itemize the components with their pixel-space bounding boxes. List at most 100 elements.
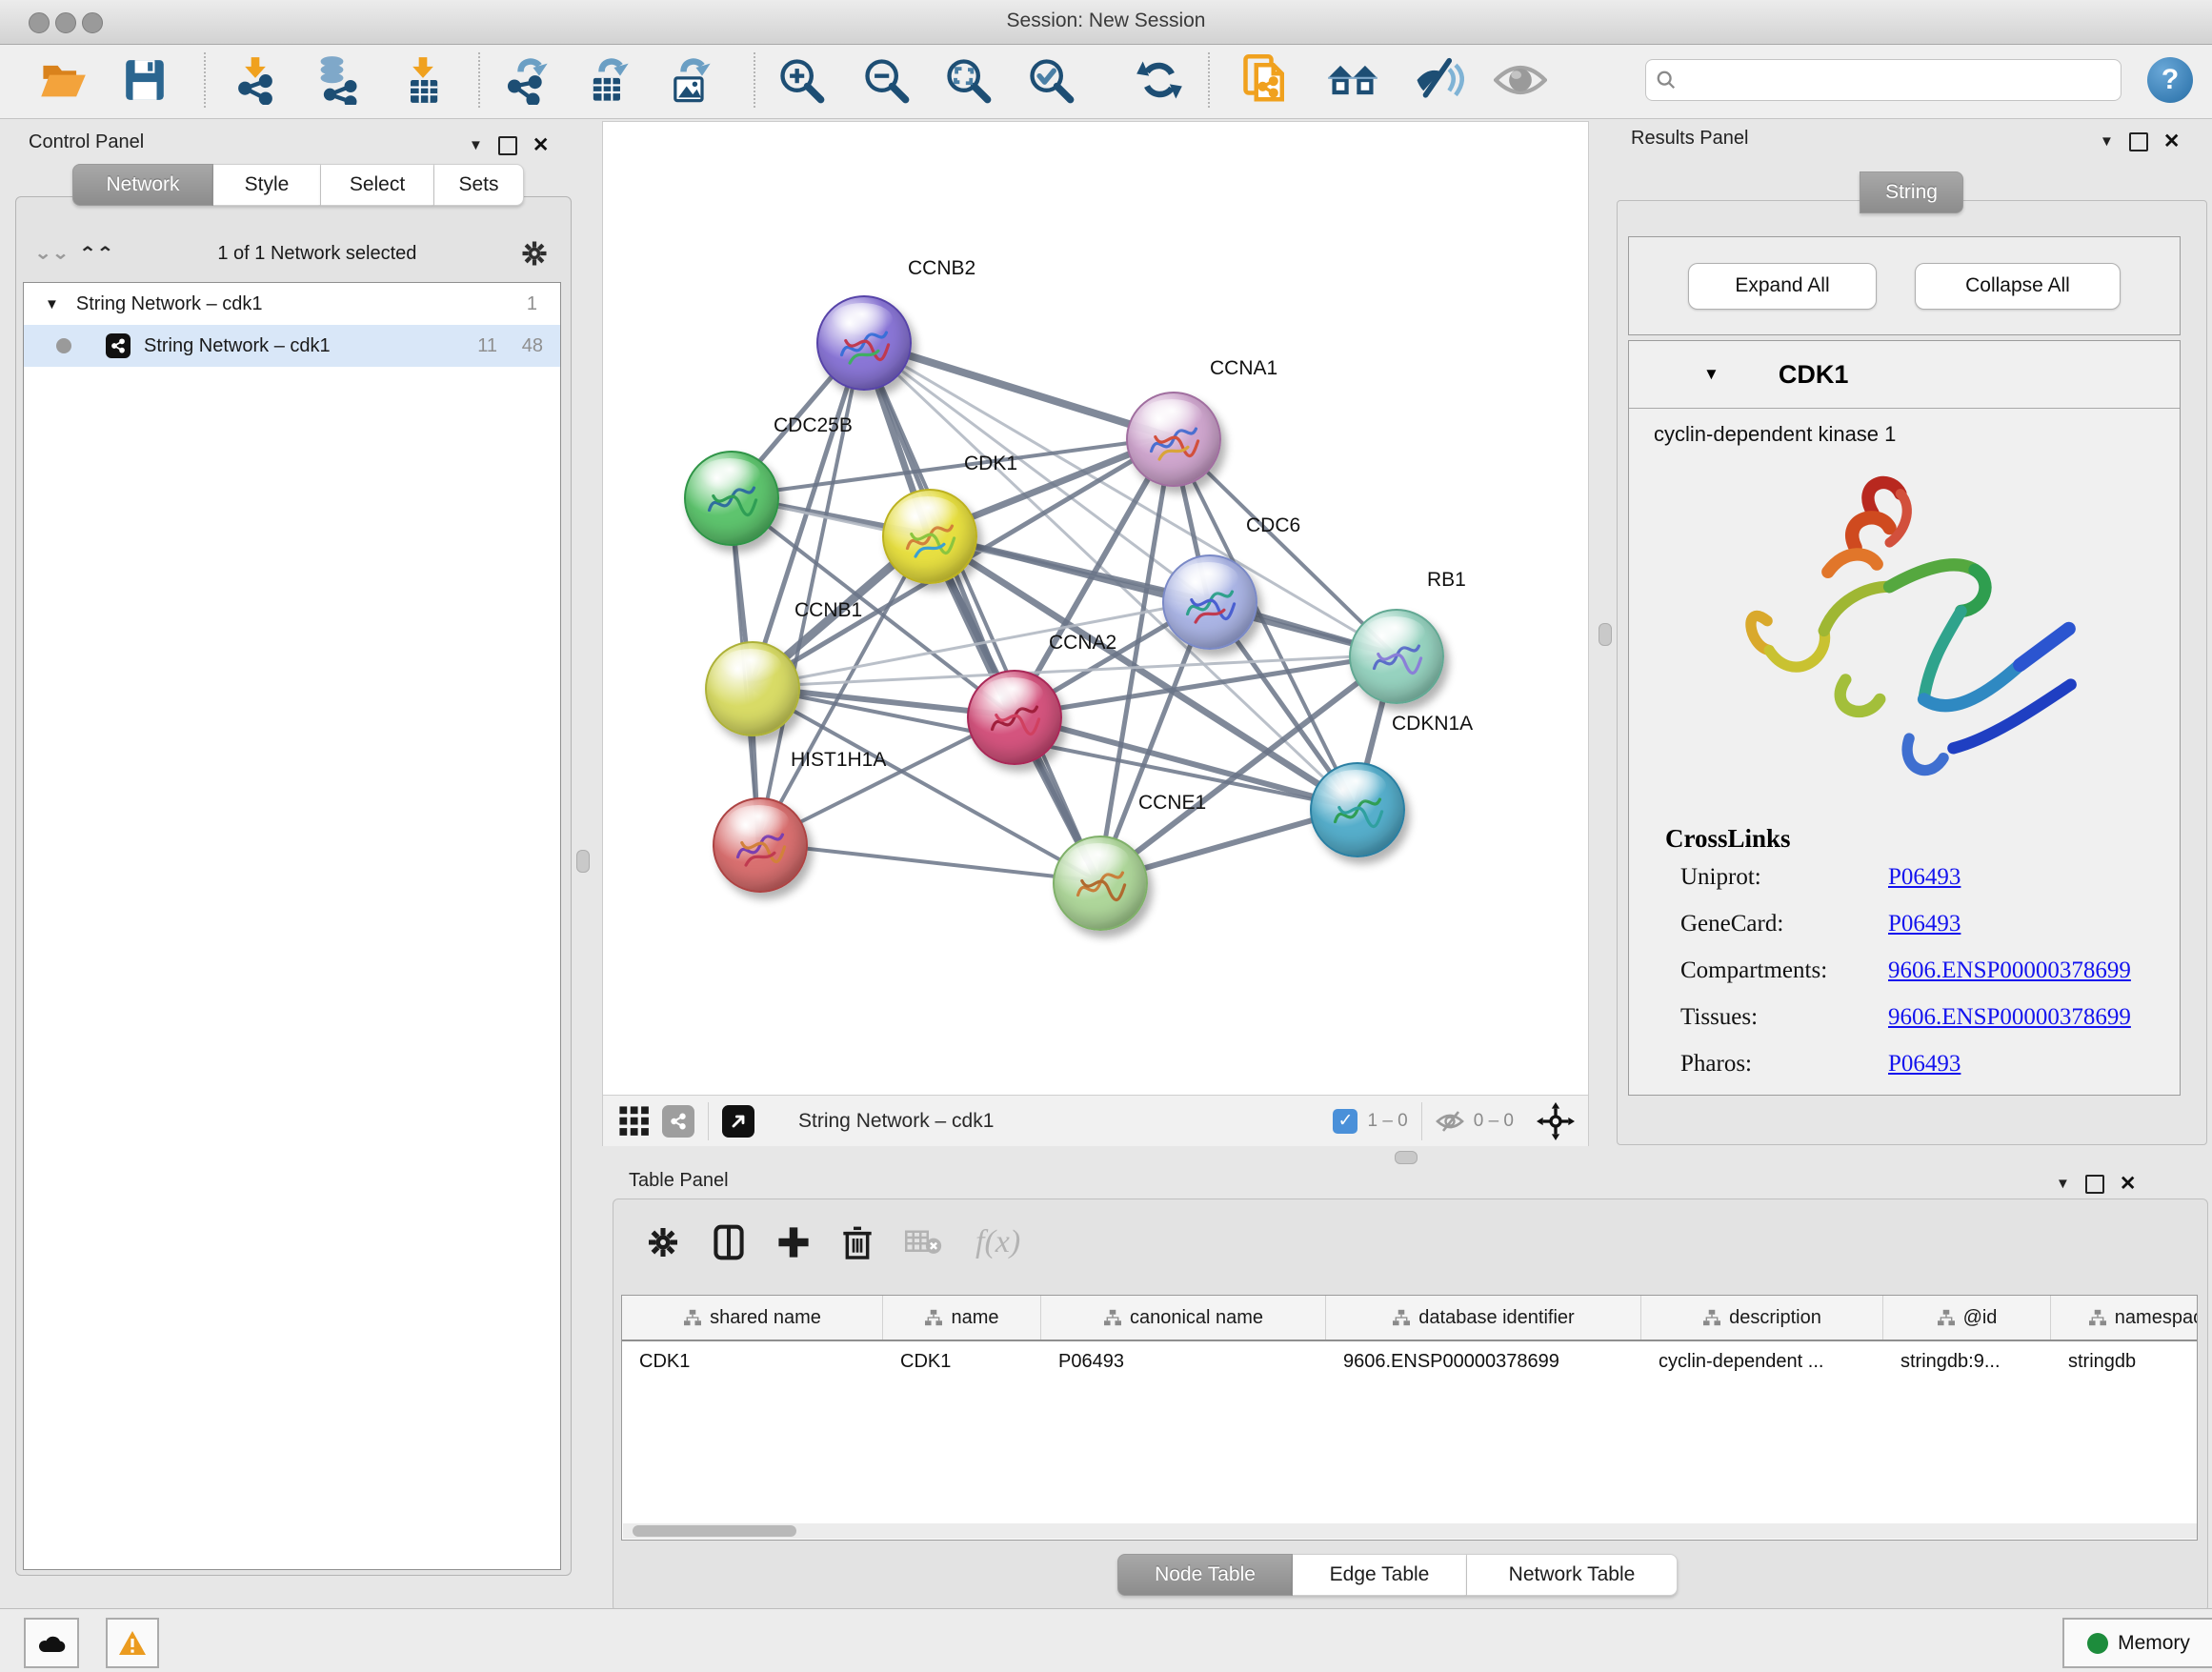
network-node-ccna1[interactable]: [1126, 392, 1221, 487]
gene-section-header[interactable]: ▼ CDK1: [1629, 341, 2180, 409]
network-canvas[interactable]: CCNB2CCNA1CDC25BCDK1CDC6RB1CCNB1CCNA2CDK…: [603, 122, 1588, 1095]
network-node-ccna2[interactable]: [967, 670, 1062, 765]
expand-all-networks-icon[interactable]: ⌃⌃: [79, 245, 114, 262]
collapse-panel-icon[interactable]: ▼: [2056, 1176, 2070, 1192]
network-node-hist1h1a[interactable]: [713, 797, 808, 893]
network-edge[interactable]: [758, 843, 1098, 881]
crosslink-link[interactable]: 9606.ENSP00000378699: [1888, 1004, 2131, 1031]
delete-column-icon[interactable]: [842, 1224, 873, 1260]
table-row[interactable]: CDK1CDK1P064939606.ENSP00000378699cyclin…: [622, 1341, 2197, 1381]
help-button[interactable]: ?: [2147, 57, 2193, 103]
hide-selected-icon[interactable]: [1412, 50, 1465, 110]
network-node-cdkn1a[interactable]: [1310, 762, 1405, 857]
close-panel-icon[interactable]: ✕: [2163, 130, 2181, 153]
network-options-gear-icon[interactable]: [520, 239, 549, 268]
crosslink-link[interactable]: 9606.ENSP00000378699: [1888, 957, 2131, 984]
expand-all-button[interactable]: Expand All: [1688, 263, 1877, 310]
zoom-in-button[interactable]: [774, 50, 828, 110]
tab-network[interactable]: Network: [72, 164, 213, 206]
open-session-button[interactable]: [36, 50, 90, 110]
tab-edge-table[interactable]: Edge Table: [1293, 1554, 1467, 1596]
section-expander-icon[interactable]: ▼: [1703, 365, 1719, 384]
network-node-count: 11: [477, 335, 497, 357]
tab-sets[interactable]: Sets: [434, 164, 524, 206]
column-header-canonical-name[interactable]: canonical name: [1041, 1296, 1326, 1340]
network-node-rb1[interactable]: [1349, 609, 1444, 704]
warnings-button[interactable]: [106, 1618, 159, 1668]
collapse-all-networks-icon[interactable]: ⌄⌄: [34, 245, 70, 262]
collection-expander-icon[interactable]: ▼: [45, 296, 59, 312]
close-panel-icon[interactable]: ✕: [533, 133, 550, 157]
crosslink-link[interactable]: P06493: [1888, 1051, 1961, 1078]
export-network-button[interactable]: [500, 50, 553, 110]
network-node-ccne1[interactable]: [1053, 836, 1148, 931]
network-row[interactable]: String Network – cdk1 11 48: [24, 325, 560, 367]
column-header-database-identifier[interactable]: database identifier: [1326, 1296, 1641, 1340]
add-column-icon[interactable]: [777, 1226, 810, 1259]
collapse-all-button[interactable]: Collapse All: [1915, 263, 2121, 310]
crosslink-link[interactable]: P06493: [1888, 864, 1961, 891]
scrollbar-thumb[interactable]: [633, 1525, 796, 1537]
tab-network-table[interactable]: Network Table: [1467, 1554, 1678, 1596]
column-header-description[interactable]: description: [1641, 1296, 1883, 1340]
table-cell[interactable]: stringdb: [2051, 1341, 2198, 1381]
network-edge[interactable]: [862, 341, 1098, 881]
table-cell[interactable]: CDK1: [622, 1341, 883, 1381]
horizontal-scrollbar[interactable]: [623, 1523, 2198, 1539]
birds-eye-view-icon[interactable]: [722, 1105, 754, 1138]
save-session-button[interactable]: [118, 50, 171, 110]
table-settings-gear-icon[interactable]: [646, 1225, 680, 1259]
share-network-document-button[interactable]: [1240, 50, 1294, 110]
close-panel-icon[interactable]: ✕: [2120, 1172, 2137, 1196]
table-cell[interactable]: cyclin-dependent ...: [1641, 1341, 1883, 1381]
selected-nodes-checkbox[interactable]: ✓: [1333, 1109, 1357, 1134]
refresh-view-button[interactable]: [1133, 50, 1186, 110]
tab-select[interactable]: Select: [321, 164, 434, 206]
float-panel-icon[interactable]: [2085, 1175, 2104, 1194]
import-network-file-button[interactable]: [229, 50, 282, 110]
zoom-fit-button[interactable]: [941, 50, 995, 110]
network-node-cdc25b[interactable]: [684, 451, 779, 546]
search-input[interactable]: [1684, 69, 2111, 91]
column-header--id[interactable]: @id: [1883, 1296, 2051, 1340]
grid-view-icon[interactable]: [618, 1105, 651, 1138]
string-home-icon[interactable]: [1326, 50, 1379, 110]
right-splitter-handle[interactable]: [1599, 623, 1612, 646]
tab-string[interactable]: String: [1860, 171, 1963, 213]
column-header-namespace[interactable]: namespace: [2051, 1296, 2198, 1340]
table-cell[interactable]: CDK1: [883, 1341, 1041, 1381]
string-view-badge-icon[interactable]: [662, 1105, 694, 1138]
network-node-cdk1[interactable]: [882, 489, 977, 584]
table-cell[interactable]: stringdb:9...: [1883, 1341, 2051, 1381]
export-image-button[interactable]: [663, 50, 716, 110]
float-panel-icon[interactable]: [2129, 132, 2148, 151]
hidden-eye-icon[interactable]: [1436, 1110, 1464, 1133]
collapse-panel-icon[interactable]: ▼: [2100, 133, 2114, 150]
table-cell[interactable]: 9606.ENSP00000378699: [1326, 1341, 1641, 1381]
column-header-shared-name[interactable]: shared name: [622, 1296, 883, 1340]
memory-button[interactable]: Memory: [2062, 1618, 2212, 1668]
zoom-out-button[interactable]: [859, 50, 913, 110]
float-panel-icon[interactable]: [498, 136, 517, 155]
table-cell[interactable]: P06493: [1041, 1341, 1326, 1381]
export-table-button[interactable]: [581, 50, 634, 110]
show-columns-icon[interactable]: [713, 1224, 745, 1260]
network-node-cdc6[interactable]: [1162, 554, 1257, 650]
bottom-splitter-handle[interactable]: [1395, 1151, 1418, 1164]
collapse-panel-icon[interactable]: ▼: [469, 137, 483, 153]
toolbar-search[interactable]: [1645, 59, 2122, 101]
column-header-name[interactable]: name: [883, 1296, 1041, 1340]
pan-crosshair-icon[interactable]: [1537, 1102, 1575, 1140]
tab-style[interactable]: Style: [213, 164, 321, 206]
zoom-selected-button[interactable]: [1024, 50, 1077, 110]
network-node-ccnb1[interactable]: [705, 641, 800, 736]
tab-node-table[interactable]: Node Table: [1117, 1554, 1293, 1596]
crosslink-link[interactable]: P06493: [1888, 911, 1961, 937]
network-collection-row[interactable]: ▼ String Network – cdk1 1: [24, 283, 560, 325]
cloud-status-button[interactable]: [24, 1618, 79, 1668]
show-hidden-icon[interactable]: [1494, 50, 1547, 110]
import-table-file-button[interactable]: [396, 50, 450, 110]
left-splitter-handle[interactable]: [576, 850, 590, 873]
network-node-ccnb2[interactable]: [816, 295, 912, 391]
import-network-database-button[interactable]: [312, 50, 365, 110]
